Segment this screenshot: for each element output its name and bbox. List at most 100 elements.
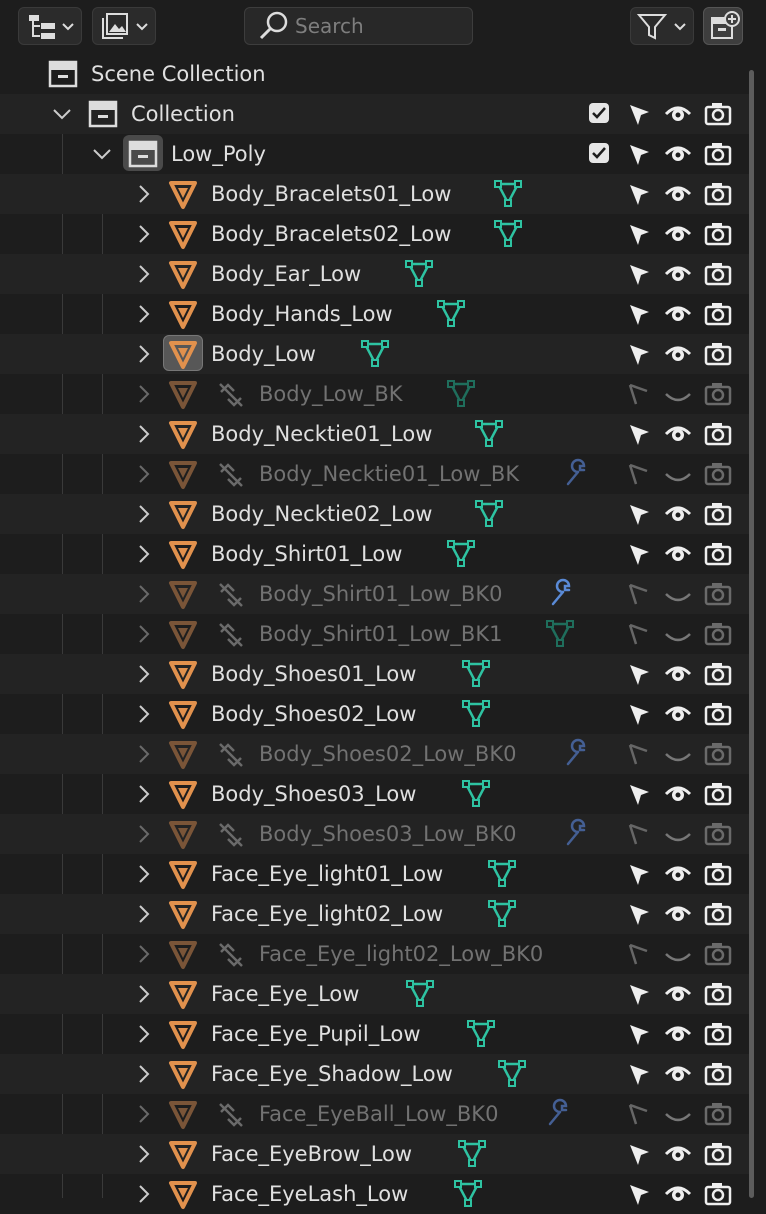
- collection-row[interactable]: Collection: [0, 94, 752, 134]
- object-row[interactable]: Body_Shoes03_Low_BK0: [0, 814, 752, 854]
- eye-icon[interactable]: [664, 542, 692, 566]
- eye-closed-icon[interactable]: [664, 822, 692, 846]
- new-collection-button[interactable]: [703, 7, 743, 45]
- eye-closed-icon[interactable]: [664, 942, 692, 966]
- chevron-right-icon[interactable]: [134, 824, 154, 844]
- chevron-right-icon[interactable]: [134, 384, 154, 404]
- select-arrow-icon[interactable]: [627, 422, 653, 448]
- camera-icon[interactable]: [704, 620, 732, 646]
- select-arrow-icon[interactable]: [627, 342, 653, 368]
- filter-dropdown[interactable]: [630, 7, 694, 45]
- object-row[interactable]: Body_Shirt01_Low_BK0: [0, 574, 752, 614]
- select-arrow-icon[interactable]: [627, 142, 653, 168]
- mesh-data-icon[interactable]: [461, 698, 491, 728]
- eye-closed-icon[interactable]: [664, 742, 692, 766]
- select-arrow-icon[interactable]: [627, 782, 653, 808]
- camera-icon[interactable]: [704, 940, 732, 966]
- object-row[interactable]: Body_Shoes01_Low: [0, 654, 752, 694]
- select-arrow-icon[interactable]: [627, 862, 653, 888]
- chevron-right-icon[interactable]: [134, 864, 154, 884]
- mesh-data-icon[interactable]: [497, 1058, 527, 1088]
- camera-icon[interactable]: [704, 180, 732, 206]
- camera-icon[interactable]: [704, 700, 732, 726]
- select-arrow-icon[interactable]: [627, 182, 653, 208]
- camera-icon[interactable]: [704, 1060, 732, 1086]
- camera-icon[interactable]: [704, 460, 732, 486]
- chevron-right-icon[interactable]: [134, 1024, 154, 1044]
- camera-icon[interactable]: [704, 1020, 732, 1046]
- select-arrow-icon[interactable]: [627, 702, 653, 728]
- camera-icon[interactable]: [704, 420, 732, 446]
- object-row[interactable]: Body_Shirt01_Low: [0, 534, 752, 574]
- camera-icon[interactable]: [704, 340, 732, 366]
- low-poly-collection-row[interactable]: Low_Poly: [0, 134, 752, 174]
- eye-closed-icon[interactable]: [664, 622, 692, 646]
- object-row[interactable]: Face_Eye_Low: [0, 974, 752, 1014]
- chevron-right-icon[interactable]: [134, 504, 154, 524]
- chevron-right-icon[interactable]: [134, 984, 154, 1004]
- object-row[interactable]: Face_EyeBrow_Low: [0, 1134, 752, 1174]
- eye-icon[interactable]: [664, 1142, 692, 1166]
- mesh-data-icon[interactable]: [457, 1138, 487, 1168]
- mesh-data-icon[interactable]: [453, 1178, 483, 1208]
- wrench-icon[interactable]: [545, 578, 575, 608]
- eye-icon[interactable]: [664, 1062, 692, 1086]
- select-arrow-disabled-icon[interactable]: [627, 582, 653, 608]
- chevron-right-icon[interactable]: [134, 744, 154, 764]
- object-row[interactable]: Body_Low_BK: [0, 374, 752, 414]
- object-row[interactable]: Body_Shoes02_Low_BK0: [0, 734, 752, 774]
- object-row[interactable]: Body_Hands_Low: [0, 294, 752, 334]
- mesh-data-icon[interactable]: [474, 498, 504, 528]
- mesh-data-icon[interactable]: [474, 418, 504, 448]
- eye-closed-icon[interactable]: [664, 1102, 692, 1126]
- select-arrow-icon[interactable]: [627, 502, 653, 528]
- chevron-right-icon[interactable]: [134, 584, 154, 604]
- search-field[interactable]: [244, 7, 473, 45]
- eye-icon[interactable]: [664, 902, 692, 926]
- object-row[interactable]: Face_Eye_Pupil_Low: [0, 1014, 752, 1054]
- eye-icon[interactable]: [664, 422, 692, 446]
- mesh-data-icon[interactable]: [466, 1018, 496, 1048]
- object-row[interactable]: Face_Eye_light02_Low_BK0: [0, 934, 752, 974]
- select-arrow-icon[interactable]: [627, 262, 653, 288]
- object-row[interactable]: Body_Bracelets01_Low: [0, 174, 752, 214]
- eye-icon[interactable]: [664, 102, 692, 126]
- select-arrow-disabled-icon[interactable]: [627, 462, 653, 488]
- eye-icon[interactable]: [664, 502, 692, 526]
- object-row[interactable]: Face_EyeLash_Low: [0, 1174, 752, 1214]
- chevron-right-icon[interactable]: [134, 424, 154, 444]
- eye-icon[interactable]: [664, 142, 692, 166]
- object-row[interactable]: Body_Bracelets02_Low: [0, 214, 752, 254]
- camera-icon[interactable]: [704, 140, 732, 166]
- camera-icon[interactable]: [704, 1140, 732, 1166]
- mesh-data-icon[interactable]: [446, 538, 476, 568]
- camera-icon[interactable]: [704, 1100, 732, 1126]
- object-row[interactable]: Face_Eye_Shadow_Low: [0, 1054, 752, 1094]
- chevron-right-icon[interactable]: [134, 224, 154, 244]
- chevron-right-icon[interactable]: [134, 1104, 154, 1124]
- select-arrow-disabled-icon[interactable]: [627, 822, 653, 848]
- eye-icon[interactable]: [664, 1182, 692, 1206]
- chevron-right-icon[interactable]: [134, 304, 154, 324]
- eye-icon[interactable]: [664, 342, 692, 366]
- camera-icon[interactable]: [704, 780, 732, 806]
- select-arrow-icon[interactable]: [627, 1022, 653, 1048]
- exclude-checkbox[interactable]: [589, 143, 609, 163]
- chevron-right-icon[interactable]: [134, 264, 154, 284]
- wrench-icon[interactable]: [560, 818, 590, 848]
- camera-icon[interactable]: [704, 380, 732, 406]
- chevron-right-icon[interactable]: [134, 344, 154, 364]
- mesh-data-icon[interactable]: [360, 338, 390, 368]
- mesh-data-icon[interactable]: [487, 858, 517, 888]
- object-row[interactable]: Body_Shirt01_Low_BK1: [0, 614, 752, 654]
- select-arrow-icon[interactable]: [627, 982, 653, 1008]
- scrollbar[interactable]: [749, 70, 754, 1198]
- scene-collection-row[interactable]: Scene Collection: [0, 54, 752, 94]
- chevron-right-icon[interactable]: [134, 784, 154, 804]
- exclude-checkbox[interactable]: [589, 103, 609, 123]
- select-arrow-icon[interactable]: [627, 1142, 653, 1168]
- eye-icon[interactable]: [664, 182, 692, 206]
- eye-closed-icon[interactable]: [664, 582, 692, 606]
- object-row[interactable]: Face_Eye_light01_Low: [0, 854, 752, 894]
- select-arrow-disabled-icon[interactable]: [627, 942, 653, 968]
